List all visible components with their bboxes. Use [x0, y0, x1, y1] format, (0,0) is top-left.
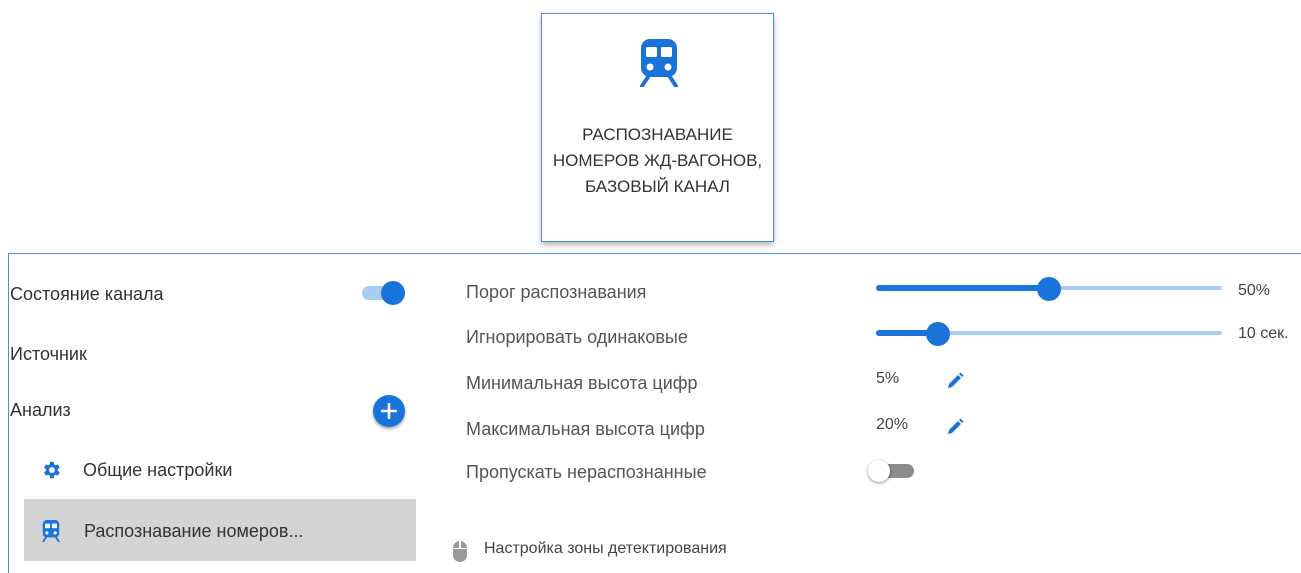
sub-item-number-recognition[interactable]: Распознавание номеров... — [24, 499, 416, 561]
recognition-threshold-label: Порог распознавания — [466, 282, 647, 302]
add-analysis-button[interactable] — [373, 395, 405, 427]
skip-unrecognized-label: Пропускать нераспознанные — [466, 462, 707, 482]
skip-unrecognized-toggle[interactable] — [868, 460, 916, 482]
tile-title: РАСПОЗНАВАНИЕ НОМЕРОВ ЖД-ВАГОНОВ, БАЗОВЫ… — [552, 125, 763, 196]
mouse-icon — [452, 541, 468, 562]
ignore-identical-slider[interactable] — [876, 322, 1222, 346]
train-icon — [640, 39, 678, 87]
detection-zone-label: Настройка зоны детектирования — [484, 540, 727, 557]
train-icon — [42, 520, 60, 542]
plus-icon — [381, 403, 397, 419]
sub-item-label: Общие настройки — [83, 460, 233, 480]
channel-state-label: Состояние канала — [10, 284, 164, 304]
pencil-icon[interactable] — [945, 371, 965, 391]
ignore-identical-label: Игнорировать одинаковые — [466, 327, 688, 347]
sub-item-general-settings[interactable]: Общие настройки — [24, 446, 416, 496]
source-label[interactable]: Источник — [10, 344, 87, 365]
ignore-identical-value: 10 сек. — [1238, 325, 1289, 342]
slider-thumb[interactable] — [926, 322, 951, 346]
min-digit-height-label: Минимальная высота цифр — [466, 373, 698, 393]
analysis-label: Анализ — [10, 400, 71, 420]
pencil-icon[interactable] — [945, 417, 965, 437]
max-digit-height-label: Максимальная высота цифр — [466, 419, 705, 439]
recognition-threshold-slider[interactable] — [876, 277, 1222, 301]
max-digit-height-value: 20% — [876, 416, 909, 433]
min-digit-height-value: 5% — [876, 370, 900, 387]
gear-icon — [44, 461, 60, 479]
slider-thumb[interactable] — [1037, 277, 1061, 301]
channel-state-toggle[interactable] — [362, 281, 406, 305]
sub-item-label: Распознавание номеров... — [84, 521, 304, 541]
recognition-threshold-value: 50% — [1238, 282, 1271, 299]
channel-type-tile[interactable]: РАСПОЗНАВАНИЕ НОМЕРОВ ЖД-ВАГОНОВ, БАЗОВЫ… — [541, 13, 774, 242]
